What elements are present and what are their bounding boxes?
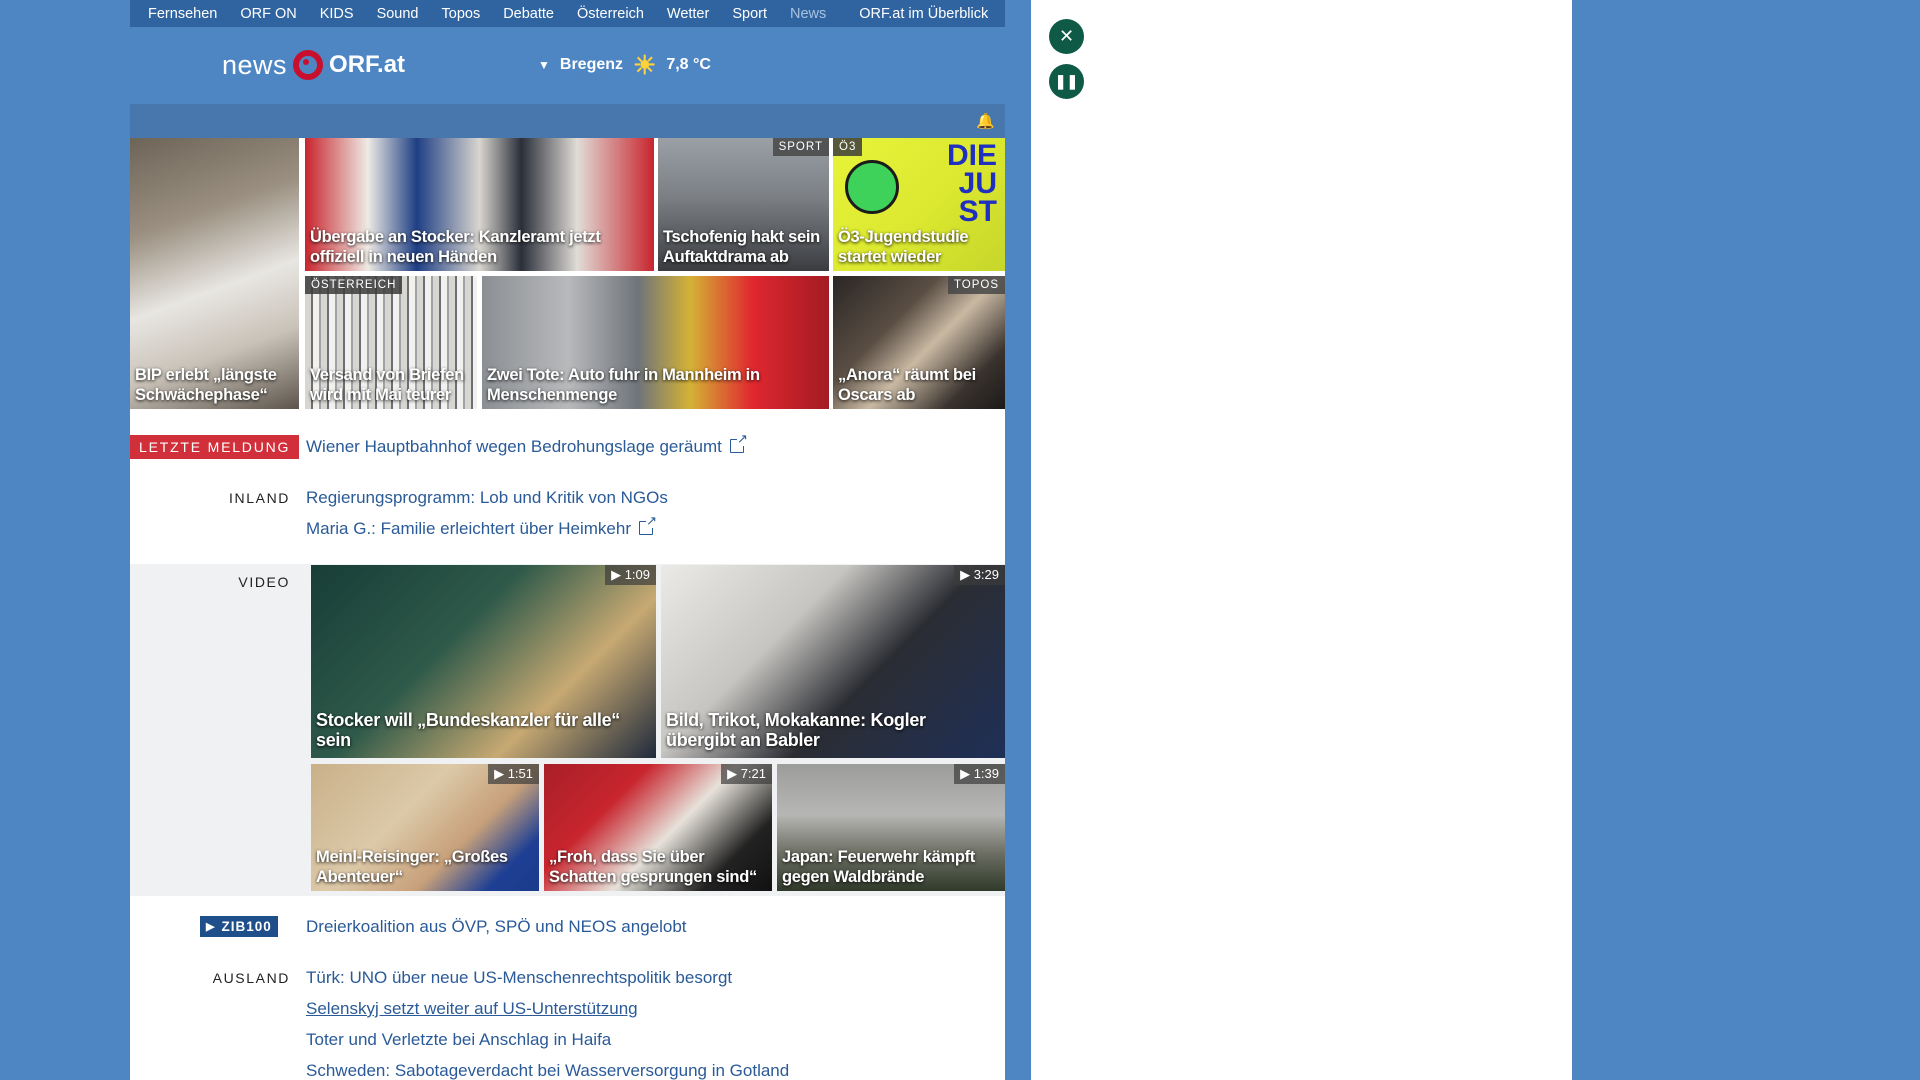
orf-ring-icon [293, 50, 324, 80]
pause-icon: ❚❚ [1054, 73, 1079, 89]
category-tag: TOPOS [947, 276, 1005, 294]
orf-news-logo[interactable]: news ORF.at [222, 46, 405, 84]
story-caption: „Anora“ räumt bei Oscars ab [838, 366, 976, 404]
video-tile[interactable]: ▶ 1:39 Japan: Feuerwehr kämpft gegen Wal… [777, 764, 1005, 891]
video-duration: ▶ 1:39 [954, 764, 1005, 784]
video-caption: „Froh, dass Sie über Schatten gesprungen… [549, 848, 757, 886]
story-caption: Ö3-Jugendstudie startet wieder [838, 228, 969, 266]
ausland-link[interactable]: Schweden: Sabotageverdacht bei Wasserver… [306, 1061, 789, 1080]
nav-debatte[interactable]: Debatte [503, 6, 554, 22]
section-label-inland: INLAND [229, 490, 290, 506]
sun-icon: ☀ [633, 50, 657, 80]
dropdown-triangle-icon[interactable]: ▼ [538, 58, 550, 72]
smiley-graphic [845, 160, 899, 214]
video-tile[interactable]: ▶ 1:51 Meinl-Reisinger: „Großes Abenteue… [311, 764, 539, 891]
video-caption: Japan: Feuerwehr kämpft gegen Waldbrände [782, 848, 975, 886]
video-caption: Stocker will „Bundeskanzler für alle“ se… [316, 710, 620, 750]
video-tile[interactable]: ▶ 3:29 Bild, Trikot, Mokakanne: Kogler ü… [661, 565, 1005, 758]
right-panel [1031, 0, 1572, 1080]
header-bar: 🔔 [130, 104, 1005, 138]
story-caption: BIP erlebt „längste Schwächephase“ [135, 366, 277, 404]
story-tile[interactable]: DIE JU ST Ö3 Ö3-Jugendstudie startet wiede… [833, 138, 1005, 271]
video-tile[interactable]: ▶ 1:09 Stocker will „Bundeskanzler für a… [311, 565, 656, 758]
breaking-news-link[interactable]: Wiener Hauptbahnhof wegen Bedrohungslage… [306, 432, 748, 457]
story-caption: Versand von Briefen wird mit Mai teurer [310, 366, 464, 404]
video-duration: ▶ 7:21 [721, 764, 772, 784]
nav-orf-on[interactable]: ORF ON [240, 6, 296, 22]
external-link-icon [729, 432, 748, 453]
inland-link[interactable]: Regierungsprogramm: Lob und Kritik von N… [306, 488, 668, 508]
section-label-video: VIDEO [238, 574, 290, 590]
video-duration: ▶ 3:29 [954, 565, 1005, 585]
video-duration: ▶ 1:09 [605, 565, 656, 585]
ausland-link[interactable]: Selenskyj setzt weiter auf US-Unterstütz… [306, 999, 638, 1019]
story-caption: Zwei Tote: Auto fuhr in Mannheim in Mens… [487, 366, 760, 404]
close-button[interactable]: ✕ [1049, 19, 1084, 54]
pause-button[interactable]: ❚❚ [1049, 64, 1084, 99]
main-content: 🔔 BIP erlebt „längste Schwächephase“ Übe… [130, 104, 1005, 1080]
story-tile[interactable]: ÖSTERREICH Versand von Briefen wird mit … [305, 276, 477, 409]
breaking-news-text: Wiener Hauptbahnhof wegen Bedrohungslage… [306, 437, 722, 456]
nav-sound[interactable]: Sound [377, 6, 419, 22]
video-caption: Meinl-Reisinger: „Großes Abenteuer“ [316, 848, 508, 886]
section-label-ausland: AUSLAND [212, 970, 290, 986]
inland-link-text: Maria G.: Familie erleichtert über Heimk… [306, 519, 631, 538]
video-tile[interactable]: ▶ 7:21 „Froh, dass Sie über Schatten ges… [544, 764, 772, 891]
story-tile[interactable]: BIP erlebt „längste Schwächephase“ [130, 138, 299, 409]
logo-orf-text: ORF.at [329, 51, 406, 78]
story-tile[interactable]: Übergabe an Stocker: Kanzleramt jetzt of… [305, 138, 654, 271]
nav-overview[interactable]: ORF.at im Überblick [859, 6, 988, 22]
story-tile[interactable]: SPORT Tschofenig hakt sein Auftaktdrama … [658, 138, 829, 271]
story-caption: Tschofenig hakt sein Auftaktdrama ab [663, 228, 820, 266]
zib100-badge[interactable]: ▶ ZIB100 [200, 916, 278, 937]
category-tag: ÖSTERREICH [305, 276, 403, 294]
story-caption: Übergabe an Stocker: Kanzleramt jetzt of… [310, 228, 601, 266]
nav-oesterreich[interactable]: Österreich [577, 6, 644, 22]
category-tag: SPORT [772, 138, 829, 156]
ad-graphic-text: DIE JU ST [946, 139, 997, 228]
logo-news-text: news [222, 49, 288, 80]
nav-topos[interactable]: Topos [442, 6, 481, 22]
story-tile[interactable]: TOPOS „Anora“ räumt bei Oscars ab [833, 276, 1005, 409]
inland-link[interactable]: Maria G.: Familie erleichtert über Heimk… [306, 514, 657, 539]
category-tag: Ö3 [833, 138, 863, 156]
nav-sport[interactable]: Sport [732, 6, 767, 22]
weather-widget[interactable]: ▼ Bregenz ☀ 7,8 °C [538, 52, 711, 78]
play-icon: ▶ [206, 921, 216, 933]
story-tile[interactable]: Zwei Tote: Auto fuhr in Mannheim in Mens… [482, 276, 829, 409]
ausland-link[interactable]: Toter und Verletzte bei Anschlag in Haif… [306, 1030, 611, 1050]
nav-news[interactable]: News [790, 6, 826, 22]
ausland-link[interactable]: Türk: UNO über neue US-Menschenrechtspol… [306, 968, 732, 988]
nav-fernsehen[interactable]: Fernsehen [148, 6, 217, 22]
video-duration: ▶ 1:51 [488, 764, 539, 784]
bell-icon[interactable]: 🔔 [976, 112, 995, 130]
breaking-news-badge: LETZTE MELDUNG [130, 435, 300, 459]
external-link-icon [638, 514, 657, 535]
nav-wetter[interactable]: Wetter [667, 6, 709, 22]
weather-location: Bregenz [559, 56, 624, 73]
close-icon: ✕ [1058, 26, 1075, 46]
weather-temperature: 7,8 °C [666, 56, 711, 73]
video-caption: Bild, Trikot, Mokakanne: Kogler übergibt… [666, 710, 926, 750]
nav-kids[interactable]: KIDS [320, 6, 354, 22]
top-navigation: Fernsehen ORF ON KIDS Sound Topos Debatt… [130, 0, 1005, 27]
zib100-link[interactable]: Dreierkoalition aus ÖVP, SPÖ und NEOS an… [306, 917, 687, 937]
